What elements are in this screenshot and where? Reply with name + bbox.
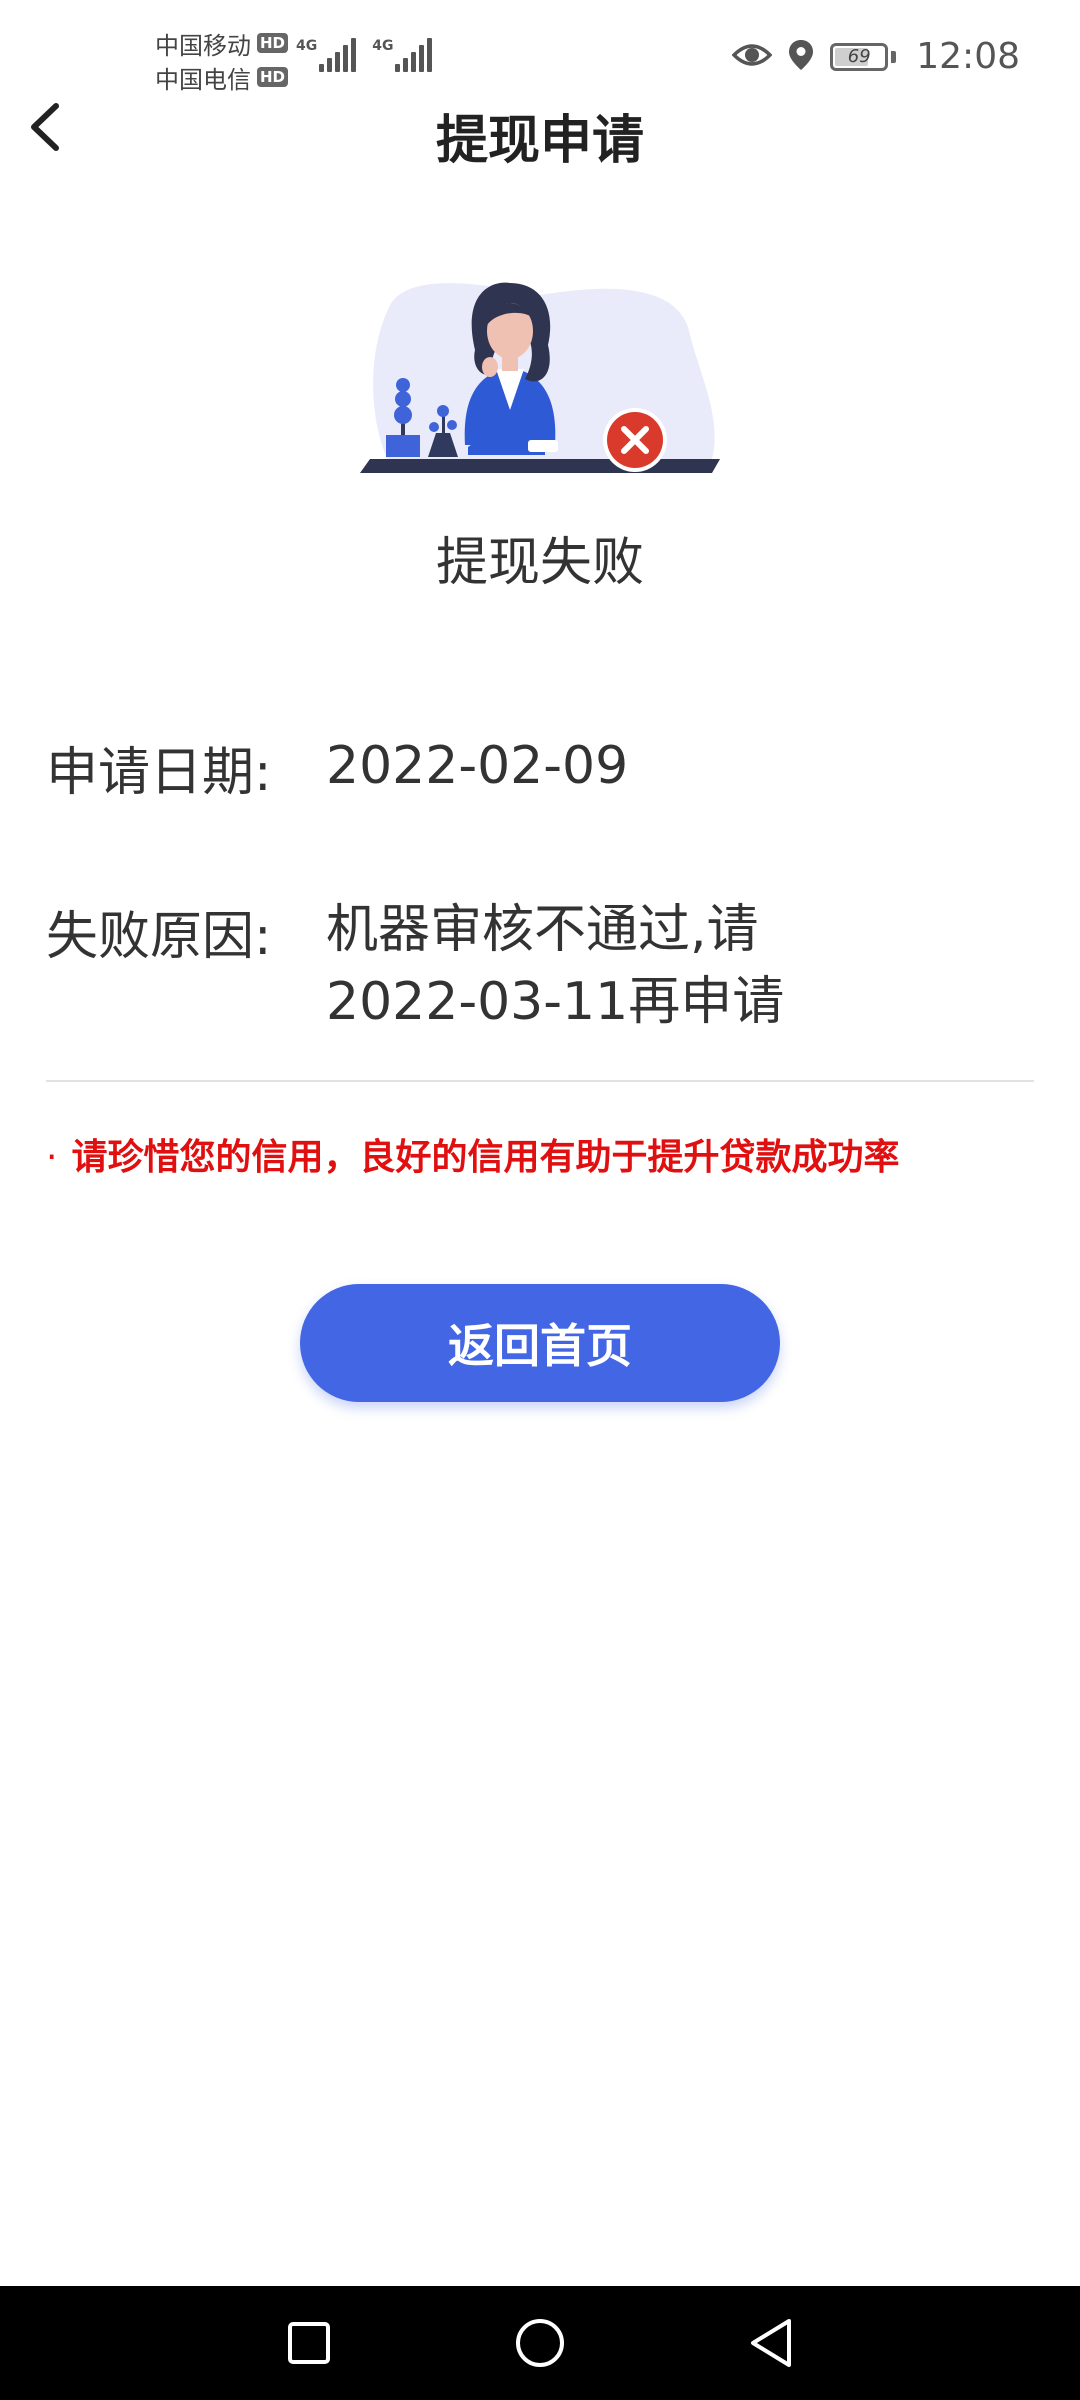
credit-notice-text: 请珍惜您的信用，良好的信用有助于提升贷款成功率 <box>71 1137 900 1178</box>
carrier-row: 中国电信 HD <box>155 60 289 94</box>
recent-apps-icon <box>288 2322 330 2364</box>
back-triangle-icon <box>751 2319 791 2367</box>
system-nav-bar <box>0 2286 1080 2400</box>
failure-reason-label: 失败原因: <box>46 907 272 967</box>
carrier-name: 中国移动 <box>155 31 251 60</box>
location-icon <box>788 39 814 75</box>
network-type-label: 4G <box>296 38 318 54</box>
battery-level: 69 <box>847 46 871 67</box>
apply-date-value: 2022-02-09 <box>326 736 629 796</box>
clock: 12:08 <box>916 36 1020 77</box>
signal-strength-icon: 4G <box>372 38 433 72</box>
network-type-label: 4G <box>372 38 394 54</box>
carrier-row: 中国移动 HD <box>155 26 289 60</box>
hd-badge: HD <box>257 33 289 53</box>
carrier-name: 中国电信 <box>155 65 251 94</box>
failure-illustration <box>350 275 730 490</box>
home-nav-button[interactable] <box>480 2286 600 2400</box>
apply-date-row: 申请日期: 2022-02-09 <box>46 730 1034 803</box>
page-title: 提现申请 <box>435 111 644 171</box>
status-bar: 中国移动 HD 中国电信 HD 4G 4G 69 12:08 <box>0 0 1080 100</box>
credit-notice: · 请珍惜您的信用，良好的信用有助于提升贷款成功率 <box>46 1128 899 1180</box>
battery-icon: 69 <box>830 42 889 71</box>
bullet-dot: · <box>46 1137 58 1178</box>
signal-indicators: 4G 4G <box>296 38 433 72</box>
error-x-icon <box>603 408 667 472</box>
divider <box>46 1080 1034 1082</box>
signal-strength-icon: 4G <box>296 38 357 72</box>
back-nav-button[interactable] <box>711 2286 831 2400</box>
apply-date-label: 申请日期: <box>46 743 272 803</box>
carrier-info: 中国移动 HD 中国电信 HD <box>155 26 289 94</box>
failure-reason-value: 机器审核不通过,请 2022-03-11再申请 <box>326 894 886 1038</box>
failure-reason-line: 2022-03-11再申请 <box>326 972 785 1032</box>
eye-icon <box>731 41 773 73</box>
battery-tip <box>891 50 897 63</box>
failure-reason-row: 失败原因: 机器审核不通过,请 2022-03-11再申请 <box>46 894 1034 1044</box>
hd-badge: HD <box>257 67 289 87</box>
home-icon <box>516 2319 564 2367</box>
return-home-button[interactable]: 返回首页 <box>300 1284 780 1402</box>
result-title: 提现失败 <box>435 533 644 593</box>
recent-apps-button[interactable] <box>249 2286 369 2400</box>
failure-reason-line: 机器审核不通过,请 <box>326 900 759 960</box>
status-right: 69 12:08 <box>731 36 1020 77</box>
